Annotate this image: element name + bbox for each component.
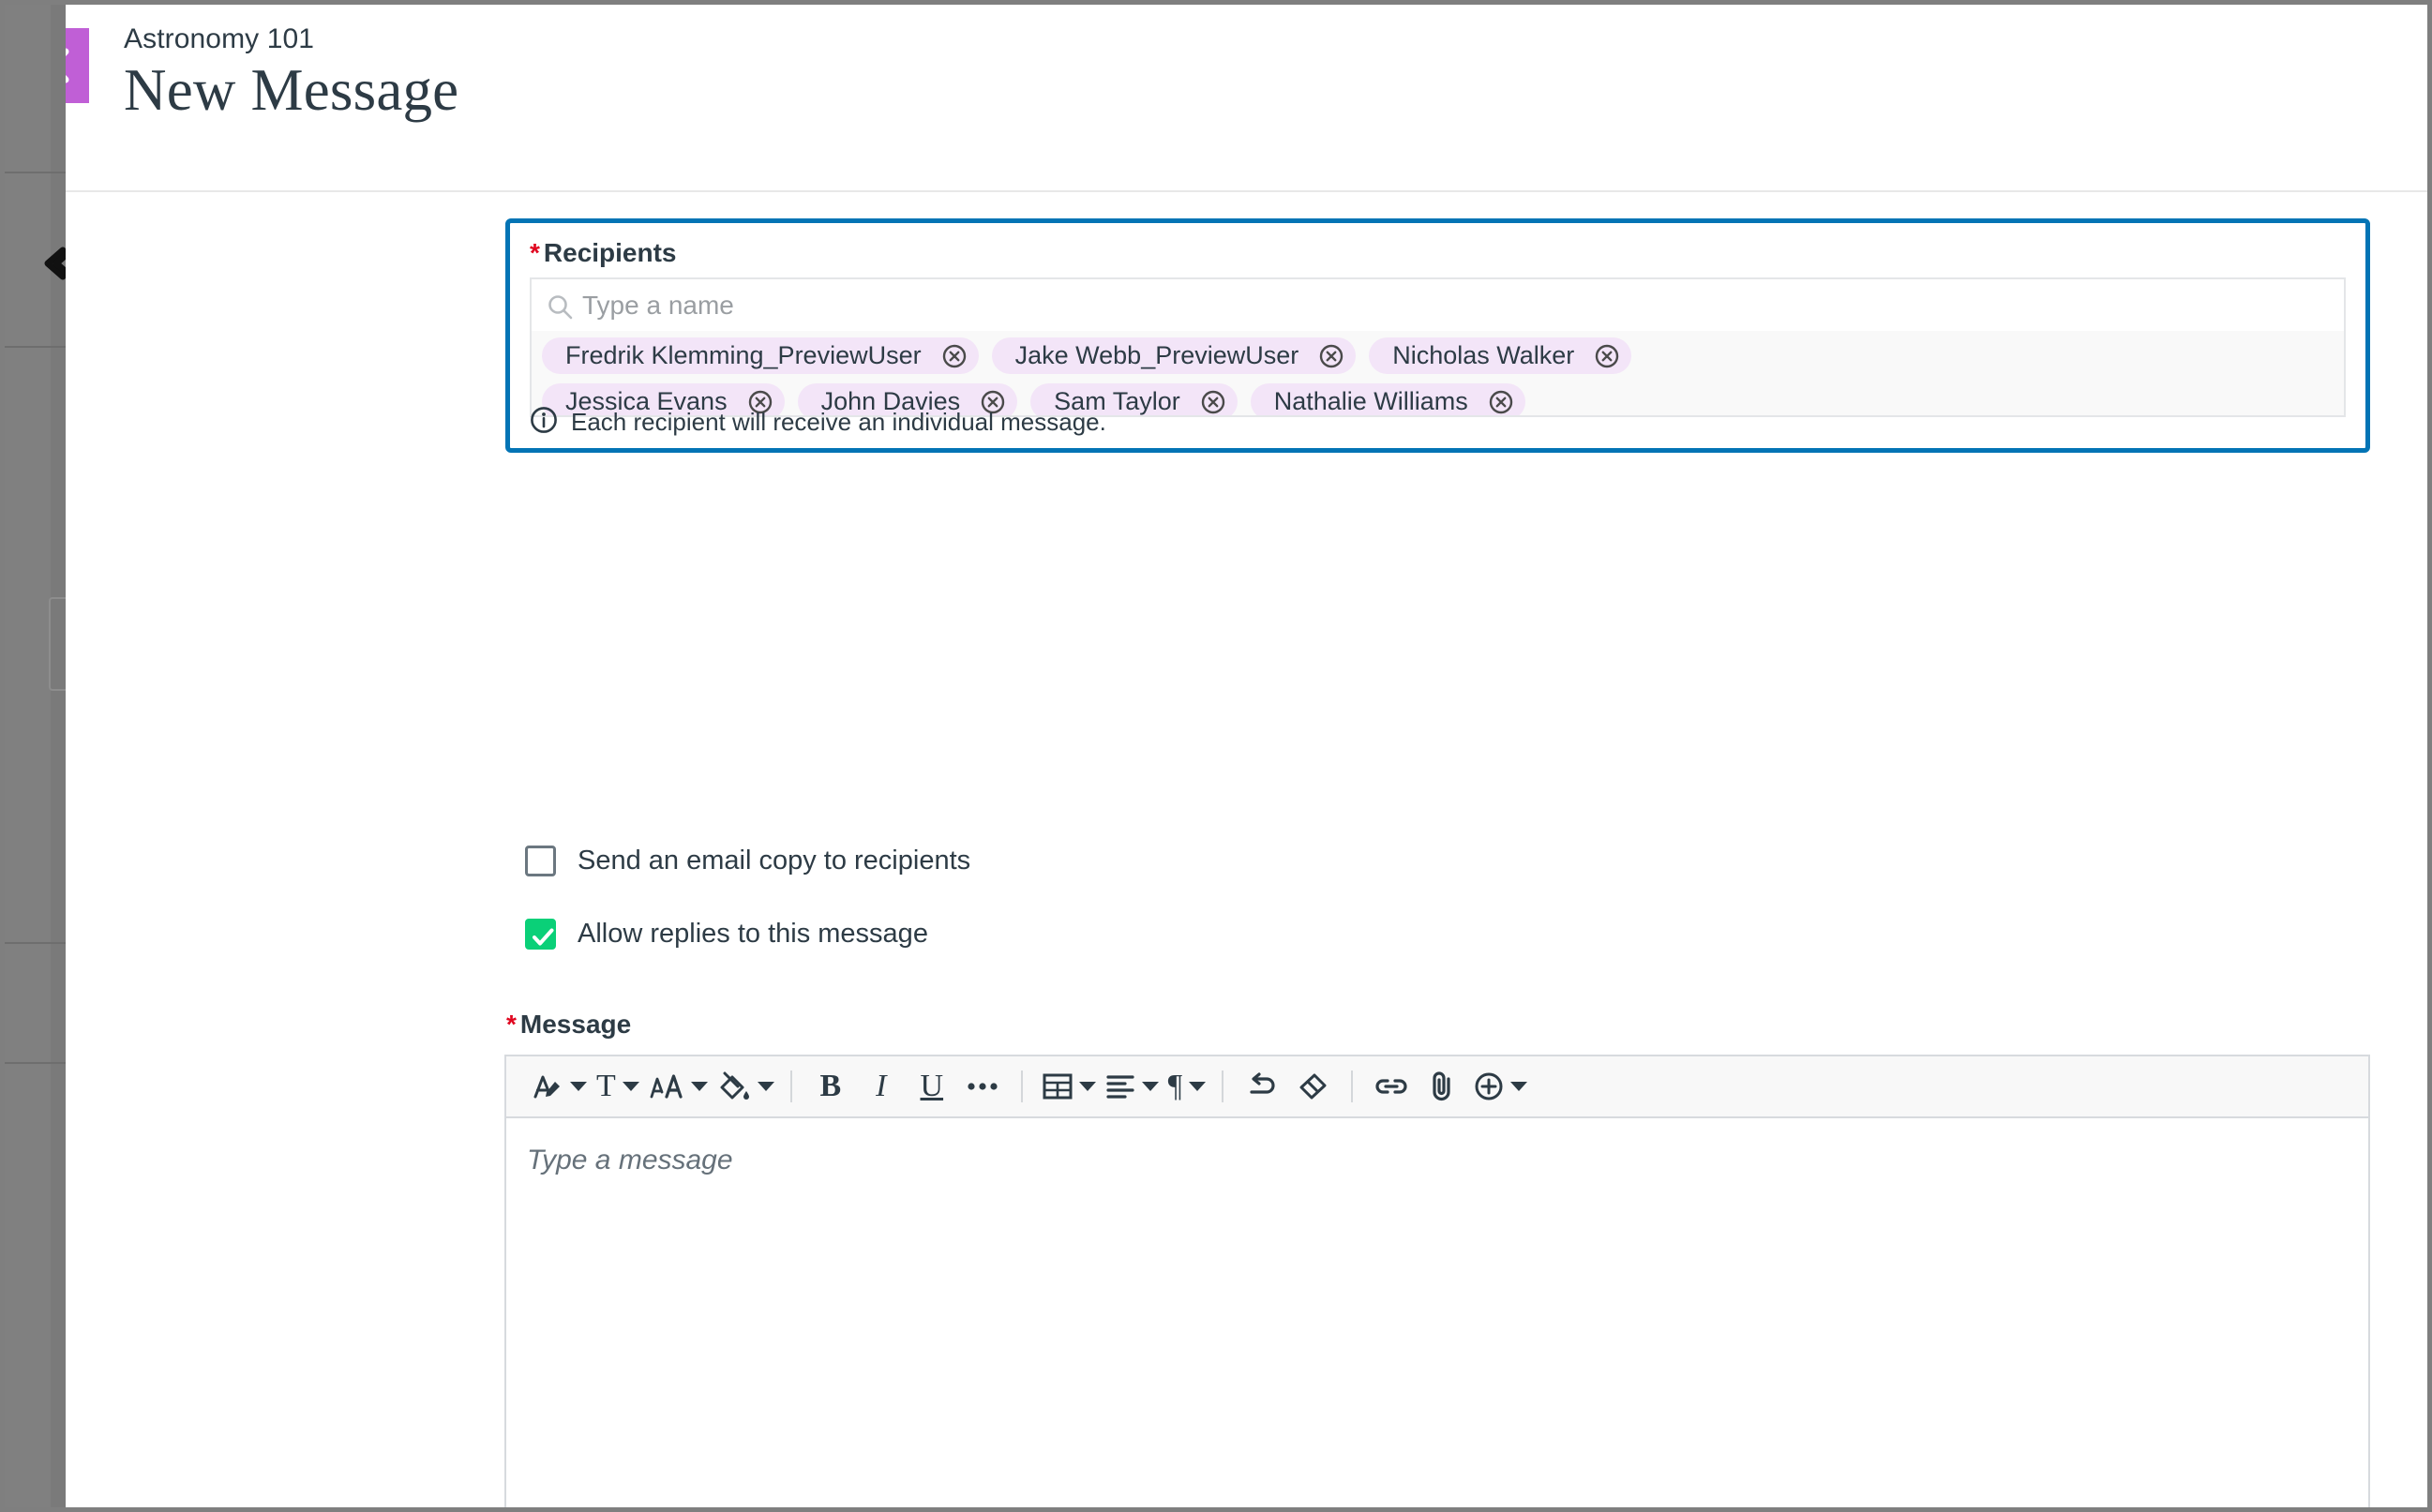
recipients-label-text: Recipients: [543, 238, 677, 267]
ellipsis-icon: [968, 1083, 998, 1090]
send-email-copy-label: Send an email copy to recipients: [578, 846, 971, 876]
chevron-down-icon: [1078, 1082, 1096, 1091]
attach-file-button[interactable]: [1417, 1062, 1467, 1111]
close-button[interactable]: [66, 28, 89, 103]
chip-row: Fredrik Klemming_PreviewUser Jake Webb_P: [542, 337, 2344, 374]
search-icon: [548, 294, 573, 324]
new-message-modal: Astronomy 101 New Message * Recipients T…: [66, 5, 2427, 1507]
recipients-token-select[interactable]: Type a name Fredrik Klemming_PreviewUser: [530, 277, 2346, 417]
eraser-icon: [1299, 1073, 1327, 1100]
backdrop-divider-lower2: [5, 1062, 66, 1064]
search-input[interactable]: Type a name: [582, 291, 734, 321]
allow-replies-checkbox[interactable]: [525, 919, 556, 950]
editor-toolbar: T B I U ¶: [506, 1056, 2368, 1118]
bold-b-icon: B: [819, 1069, 842, 1103]
toolbar-divider: [1222, 1070, 1224, 1102]
bold-button[interactable]: B: [805, 1062, 856, 1111]
recipients-chip-list: Fredrik Klemming_PreviewUser Jake Webb_P: [532, 331, 2344, 415]
recipients-field[interactable]: * Recipients Type a name Fredrik Klemmin…: [505, 218, 2370, 453]
paragraph-direction-button[interactable]: ¶: [1162, 1062, 1208, 1111]
undo-arrow-icon: [1250, 1072, 1275, 1094]
font-family-t-icon: T: [596, 1069, 616, 1103]
course-context-label: Astronomy 101: [124, 23, 315, 54]
toolbar-divider: [1351, 1070, 1354, 1102]
recipients-hint: Each recipient will receive an individua…: [530, 406, 1106, 439]
backdrop-inner-edge: [51, 5, 66, 1507]
allow-replies-checkbox-row[interactable]: Allow replies to this message: [525, 919, 928, 950]
remove-circle-x-icon[interactable]: [1319, 344, 1344, 368]
remove-circle-x-icon[interactable]: [1595, 344, 1619, 368]
font-family-button[interactable]: T: [590, 1062, 642, 1111]
page-backdrop-overlay: [5, 5, 73, 1507]
pilcrow-icon: ¶: [1167, 1069, 1183, 1103]
message-label: * Message: [506, 1010, 631, 1040]
recipient-chip-label: Nicholas Walker: [1392, 341, 1575, 369]
recipient-chip-label: Jake Webb_PreviewUser: [1014, 341, 1299, 369]
italic-button[interactable]: I: [856, 1062, 907, 1111]
recipients-search-row[interactable]: Type a name: [532, 279, 2344, 331]
remove-circle-x-icon[interactable]: [1489, 390, 1513, 414]
font-size-button[interactable]: [642, 1062, 711, 1111]
required-asterisk: *: [530, 238, 540, 267]
backdrop-divider-mid: [5, 346, 66, 348]
insert-more-button[interactable]: [1467, 1062, 1530, 1111]
chevron-down-icon: [757, 1082, 774, 1091]
backdrop-divider-top: [5, 172, 66, 173]
paperclip-icon: [1433, 1071, 1450, 1101]
italic-i-icon: I: [876, 1069, 887, 1103]
table-button[interactable]: [1036, 1062, 1099, 1111]
message-placeholder: Type a message: [527, 1145, 733, 1175]
allow-replies-label: Allow replies to this message: [578, 919, 928, 949]
chevron-down-icon: [1510, 1082, 1528, 1091]
recipients-hint-text: Each recipient will receive an individua…: [571, 408, 1106, 436]
chevron-down-icon: [1189, 1082, 1207, 1091]
more-formatting-button[interactable]: [957, 1062, 1008, 1111]
align-button[interactable]: [1099, 1062, 1162, 1111]
chevron-down-icon: [570, 1082, 587, 1091]
chevron-down-icon: [1141, 1082, 1159, 1091]
underline-u-icon: U: [920, 1069, 944, 1103]
recipients-label: * Recipients: [530, 238, 677, 268]
send-email-copy-checkbox-row[interactable]: Send an email copy to recipients: [525, 846, 970, 876]
toolbar-divider: [789, 1070, 792, 1102]
page-title: New Message: [124, 57, 459, 123]
message-body-input[interactable]: Type a message: [506, 1118, 2368, 1507]
remove-circle-x-icon[interactable]: [1201, 390, 1225, 414]
message-editor: T B I U ¶ Type a message: [504, 1055, 2370, 1507]
insert-link-button[interactable]: [1366, 1062, 1417, 1111]
clear-formatting-button[interactable]: [1287, 1062, 1338, 1111]
required-asterisk: *: [506, 1010, 517, 1039]
close-button-square[interactable]: [66, 28, 89, 103]
table-icon: [1043, 1073, 1073, 1100]
text-color-button[interactable]: [711, 1062, 777, 1111]
modal-header: Astronomy 101 New Message: [66, 5, 2427, 192]
info-circle-icon: [530, 406, 558, 439]
recipient-chip[interactable]: Fredrik Klemming_PreviewUser: [542, 337, 979, 374]
link-chain-icon: [1375, 1079, 1407, 1094]
screenshot-root: Astronomy 101 New Message * Recipients T…: [0, 0, 2432, 1512]
undo-button[interactable]: [1237, 1062, 1287, 1111]
recipient-chip[interactable]: Nathalie Williams: [1250, 383, 1525, 415]
text-styles-button[interactable]: [525, 1062, 590, 1111]
align-left-icon: [1106, 1075, 1134, 1099]
underline-button[interactable]: U: [907, 1062, 957, 1111]
recipient-chip-label: Fredrik Klemming_PreviewUser: [565, 341, 922, 369]
chevron-down-icon: [690, 1082, 708, 1091]
chevron-down-icon: [622, 1082, 639, 1091]
recipient-chip-label: Nathalie Williams: [1273, 387, 1468, 415]
ribbon-flap: [66, 103, 89, 141]
toolbar-divider: [1020, 1070, 1023, 1102]
send-email-copy-checkbox[interactable]: [525, 846, 556, 876]
recipient-chip[interactable]: Nicholas Walker: [1369, 337, 1632, 374]
backdrop-divider-lower: [5, 942, 66, 944]
recipient-chip[interactable]: Jake Webb_PreviewUser: [991, 337, 1357, 374]
message-label-text: Message: [519, 1010, 632, 1039]
plus-circle-icon: [1475, 1072, 1503, 1100]
remove-circle-x-icon[interactable]: [942, 344, 967, 368]
